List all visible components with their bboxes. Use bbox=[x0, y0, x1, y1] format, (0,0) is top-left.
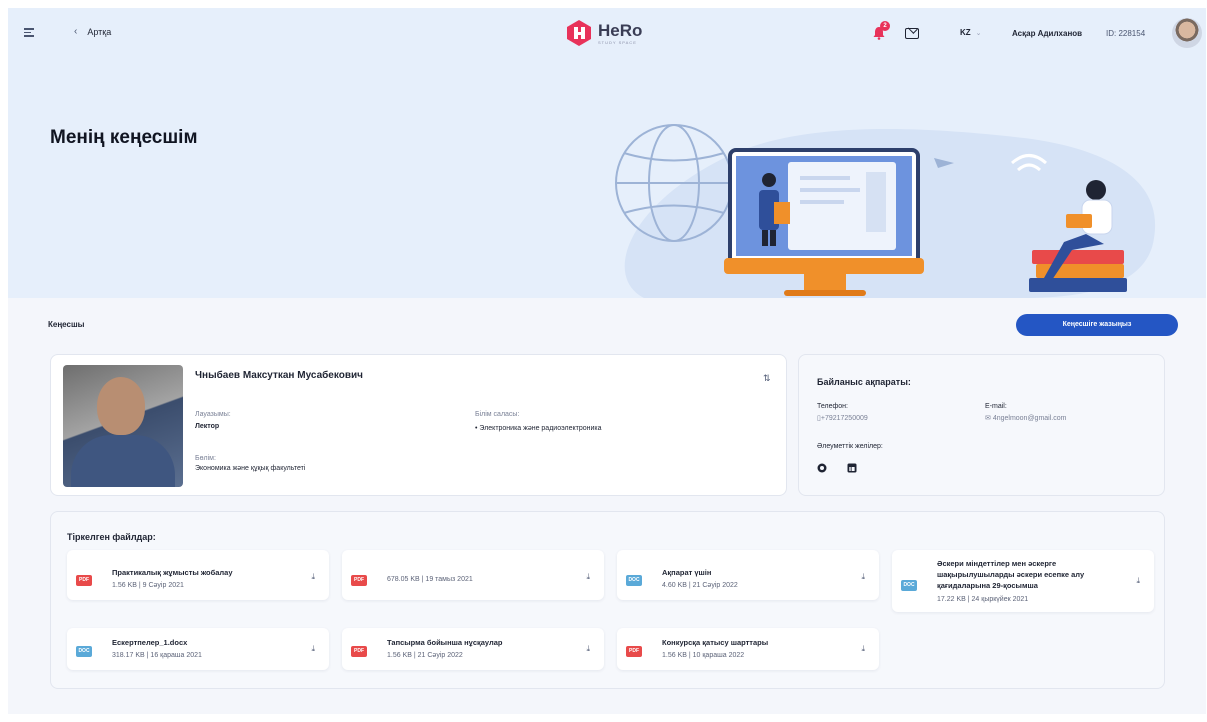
file-meta-part: 21 Сәуір 2022 bbox=[417, 652, 463, 659]
file-meta-part: 10 қараша 2022 bbox=[692, 652, 745, 659]
menu-icon[interactable] bbox=[24, 28, 34, 37]
language-select[interactable]: KZ ⌄ bbox=[960, 28, 982, 37]
language-value: KZ bbox=[960, 28, 971, 37]
consultant-section-label: Кеңесшы bbox=[48, 320, 85, 329]
user-id: ID: 228154 bbox=[1106, 29, 1146, 38]
consultant-photo bbox=[63, 365, 183, 487]
file-meta-part: 1.56 KB bbox=[112, 582, 137, 589]
hero-logo-icon bbox=[567, 20, 591, 46]
file-meta-part: 678.05 KB bbox=[387, 576, 420, 583]
mail-icon[interactable] bbox=[905, 28, 919, 39]
file-meta: 17.22 KB | 24 қыркүйек 2021 bbox=[937, 596, 1029, 603]
file-name: Ескертпелер_1.docx bbox=[112, 638, 188, 647]
file-item[interactable]: DOC Ақпарат үшін 4.60 KB | 21 Сәуір 2022… bbox=[617, 550, 879, 600]
share-icon[interactable]: ⇅ bbox=[763, 373, 773, 383]
contact-consultant-button[interactable]: Кеңесшіге жазыңыз bbox=[1016, 314, 1178, 336]
consultant-name: Чныбаев Максуткан Мусабекович bbox=[195, 370, 363, 381]
linkedin-icon[interactable] bbox=[847, 463, 857, 473]
file-item[interactable]: PDF Тапсырма бойынша нұсқаулар 1.56 KB |… bbox=[342, 628, 604, 670]
github-icon[interactable] bbox=[817, 463, 827, 473]
file-item[interactable]: DOC Ескертпелер_1.docx 318.17 KB | 16 қа… bbox=[67, 628, 329, 670]
page-title: Менің кеңесшім bbox=[50, 127, 198, 148]
chevron-left-icon: ‹ bbox=[74, 26, 78, 37]
file-meta: 318.17 KB | 16 қараша 2021 bbox=[112, 652, 202, 659]
top-bar: ‹ Артқа HeRo STUDY SPACE 2 KZ ⌄ Асқар Ад… bbox=[8, 8, 1206, 58]
download-icon[interactable]: ⤓ bbox=[311, 644, 315, 654]
phone-number: +79217250009 bbox=[820, 415, 868, 422]
file-name: Әскери міндеттілер мен әскерге шақырылуш… bbox=[937, 559, 1085, 590]
file-meta: 1.56 KB | 10 қараша 2022 bbox=[662, 652, 745, 659]
pdf-file-icon: PDF bbox=[351, 646, 367, 657]
file-meta: 678.05 KB | 19 тамыз 2021 bbox=[387, 576, 473, 583]
file-meta: 1.56 KB | 9 Сәуір 2021 bbox=[112, 582, 184, 589]
position-value: Лектор bbox=[195, 423, 220, 430]
file-item[interactable]: DOC Әскери міндеттілер мен әскерге шақыр… bbox=[892, 550, 1154, 612]
logo-text: HeRo bbox=[598, 20, 643, 40]
consultant-profile-card: Чныбаев Максуткан Мусабекович ⇅ Лауазымы… bbox=[50, 354, 787, 496]
app-frame: ‹ Артқа HeRo STUDY SPACE 2 KZ ⌄ Асқар Ад… bbox=[8, 8, 1206, 714]
file-item[interactable]: PDF Конкурсқа қатысу шарттары 1.56 KB | … bbox=[617, 628, 879, 670]
doc-file-icon: DOC bbox=[901, 580, 917, 591]
download-icon[interactable]: ⤓ bbox=[861, 572, 865, 582]
back-link[interactable]: ‹ Артқа bbox=[74, 26, 111, 37]
file-meta-part: 19 тамыз 2021 bbox=[425, 576, 473, 583]
file-meta-part: 1.56 KB bbox=[662, 652, 687, 659]
email-value[interactable]: ✉ 4ngelmoon@gmail.com bbox=[985, 414, 1066, 422]
avatar[interactable] bbox=[1172, 18, 1202, 48]
file-item[interactable]: PDF 678.05 KB | 19 тамыз 2021 ⤓ bbox=[342, 550, 604, 600]
file-meta-part: 4.60 KB bbox=[662, 582, 687, 589]
contacts-title: Байланыс ақпараты: bbox=[817, 377, 911, 387]
file-meta-part: 9 Сәуір 2021 bbox=[142, 582, 184, 589]
social-label: Әлеуметтік желілер: bbox=[817, 443, 883, 450]
notification-badge: 2 bbox=[880, 21, 890, 31]
download-icon[interactable]: ⤓ bbox=[311, 572, 315, 582]
file-meta: 4.60 KB | 21 Сәуір 2022 bbox=[662, 582, 738, 589]
download-icon[interactable]: ⤓ bbox=[586, 644, 590, 654]
logo[interactable]: HeRo STUDY SPACE bbox=[564, 18, 642, 48]
download-icon[interactable]: ⤓ bbox=[586, 572, 590, 582]
pdf-file-icon: PDF bbox=[351, 575, 367, 586]
file-name: Практикалық жұмысты жобалау bbox=[112, 568, 233, 577]
file-meta: 1.56 KB | 21 Сәуір 2022 bbox=[387, 652, 463, 659]
user-name[interactable]: Асқар Адилханов bbox=[1012, 29, 1082, 38]
file-meta-part: 1.56 KB bbox=[387, 652, 412, 659]
file-meta-part: 17.22 KB bbox=[937, 596, 966, 603]
email-label: E-mail: bbox=[985, 403, 1007, 410]
department-value: Экономика және құқық факультеті bbox=[195, 465, 306, 472]
file-meta-part: 16 қараша 2021 bbox=[150, 652, 202, 659]
file-name: Тапсырма бойынша нұсқаулар bbox=[387, 638, 503, 647]
file-meta-part: 24 қыркүйек 2021 bbox=[971, 596, 1029, 603]
department-label: Бөлім: bbox=[195, 455, 216, 462]
download-icon[interactable]: ⤓ bbox=[861, 644, 865, 654]
pdf-file-icon: PDF bbox=[76, 575, 92, 586]
files-title: Тіркелген файлдар: bbox=[67, 532, 156, 542]
doc-file-icon: DOC bbox=[626, 575, 642, 586]
file-name: Конкурсқа қатысу шарттары bbox=[662, 638, 769, 647]
pdf-file-icon: PDF bbox=[626, 646, 642, 657]
file-meta-part: 21 Сәуір 2022 bbox=[692, 582, 738, 589]
file-meta-part: 318.17 KB bbox=[112, 652, 145, 659]
file-item[interactable]: PDF Практикалық жұмысты жобалау 1.56 KB … bbox=[67, 550, 329, 600]
chevron-down-icon: ⌄ bbox=[975, 30, 982, 37]
field-label: Білім саласы: bbox=[475, 411, 520, 418]
phone-label: Телефон: bbox=[817, 403, 848, 410]
doc-file-icon: DOC bbox=[76, 646, 92, 657]
back-label: Артқа bbox=[87, 26, 112, 37]
position-label: Лауазымы: bbox=[195, 411, 231, 418]
logo-subtitle: STUDY SPACE bbox=[598, 39, 637, 45]
attached-files-card: Тіркелген файлдар: PDF Практикалық жұмыс… bbox=[50, 511, 1165, 689]
hero-banner: ‹ Артқа HeRo STUDY SPACE 2 KZ ⌄ Асқар Ад… bbox=[8, 8, 1206, 298]
email-address: 4ngelmoon@gmail.com bbox=[992, 415, 1067, 422]
phone-value[interactable]: ▯+79217250009 bbox=[817, 414, 868, 422]
download-icon[interactable]: ⤓ bbox=[1136, 576, 1140, 586]
email-icon: ✉ bbox=[985, 415, 993, 422]
file-name: Ақпарат үшін bbox=[662, 568, 712, 577]
contacts-card: Байланыс ақпараты: Телефон: ▯+7921725000… bbox=[798, 354, 1165, 496]
hero-illustration bbox=[615, 124, 1156, 298]
field-value: • Электроника және радиоэлектроника bbox=[475, 425, 602, 432]
